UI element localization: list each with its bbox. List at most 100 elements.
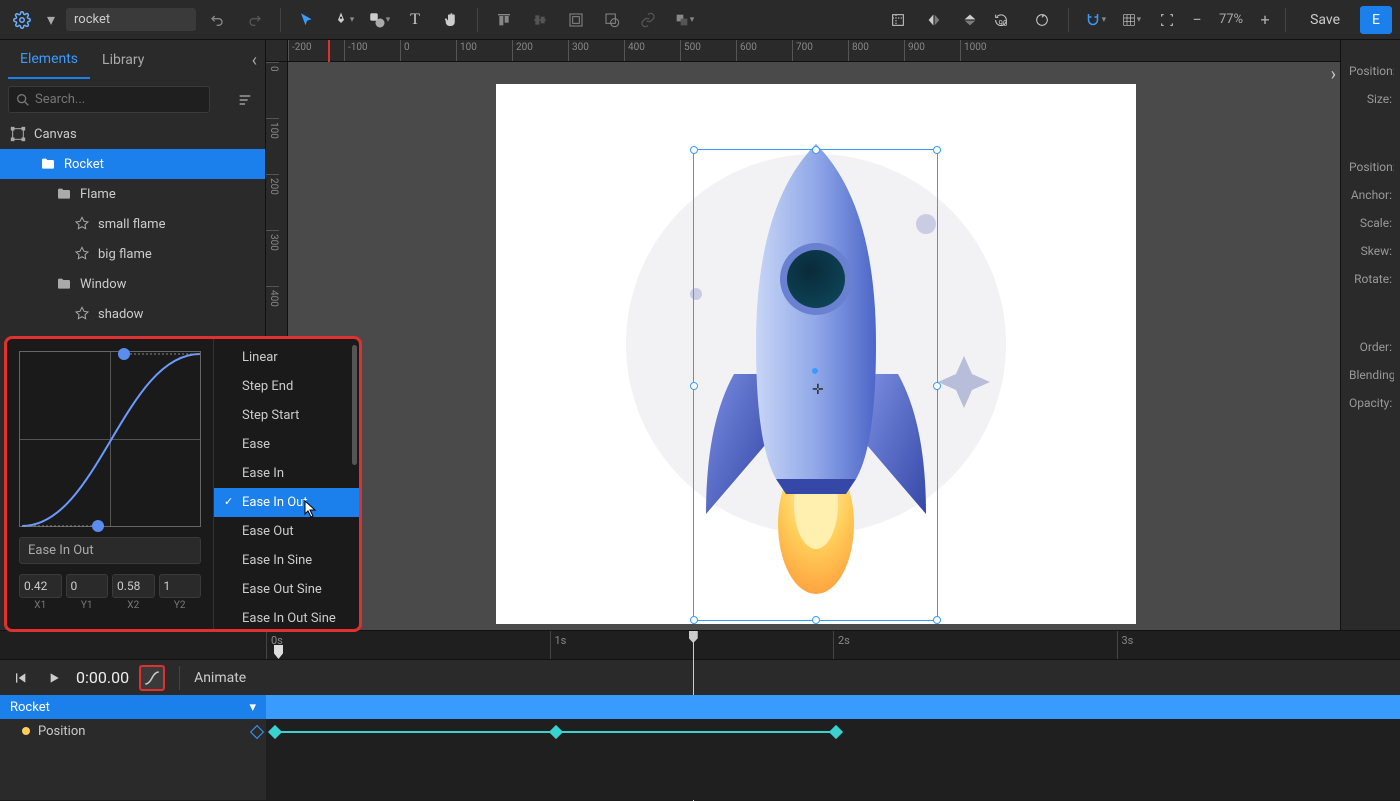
search-icon (15, 92, 31, 112)
list-options-icon[interactable] (233, 88, 257, 112)
easing-option[interactable]: Ease In (214, 459, 359, 488)
align-top-icon[interactable] (490, 6, 518, 34)
prop-opacity: Opacity: (1347, 390, 1394, 418)
easing-option[interactable]: Ease In Out (214, 488, 359, 517)
tree-label: Window (80, 277, 126, 292)
app-menu-gear-icon[interactable] (8, 6, 36, 34)
easing-name-input[interactable] (19, 537, 201, 564)
keyframe[interactable] (549, 725, 563, 739)
track-object-rocket[interactable]: Rocket ▾ (0, 695, 266, 719)
save-button[interactable]: Save (1298, 6, 1352, 34)
keyframe[interactable] (268, 725, 282, 739)
easing-option[interactable]: Ease Out (214, 517, 359, 546)
layer-tree: Canvas Rocket Flame small flame big flam… (0, 119, 265, 329)
rotate-icon[interactable] (1028, 6, 1056, 34)
folder-icon (56, 276, 72, 292)
prop-position2: Position: (1347, 154, 1394, 182)
boolean-icon[interactable]: ▾ (670, 6, 698, 34)
tree-item-big-flame[interactable]: big flame (0, 239, 265, 269)
link-icon[interactable] (634, 6, 662, 34)
keyframe[interactable] (829, 725, 843, 739)
ruler-horizontal: -200-10001002003004005006007008009001000 (288, 40, 1340, 62)
rotate-90-icon[interactable]: 90 (992, 6, 1020, 34)
folder-icon (56, 186, 72, 202)
prop-scale: Scale: (1347, 210, 1394, 238)
easing-x2-input[interactable] (112, 574, 155, 598)
easing-curve-graph[interactable] (19, 351, 201, 527)
easing-handle-p2[interactable] (118, 348, 130, 360)
tree-item-rocket[interactable]: Rocket (0, 149, 265, 179)
play-icon[interactable] (42, 666, 66, 690)
project-name-input[interactable] (66, 8, 196, 31)
tree-label: Canvas (34, 127, 77, 142)
easing-handle-p1[interactable] (92, 520, 104, 532)
hand-tool-icon[interactable] (437, 6, 465, 34)
align-middle-icon[interactable] (526, 6, 554, 34)
easing-option[interactable]: Step Start (214, 401, 359, 430)
easing-option[interactable]: Ease In Sine (214, 546, 359, 575)
animate-button[interactable]: Animate (179, 666, 254, 690)
collapse-panel-icon[interactable]: ‹ (252, 50, 257, 71)
tree-item-flame[interactable]: Flame (0, 179, 265, 209)
path-icon (74, 306, 90, 322)
easing-popup: X1 Y1 X2 Y2 LinearStep EndStep StartEase… (4, 336, 362, 632)
folder-icon (40, 156, 56, 172)
canvas-area[interactable]: -200-10001002003004005006007008009001000… (266, 40, 1340, 630)
snap-magnet-icon[interactable]: ▾ (1081, 6, 1109, 34)
prop-rotate: Rotate: (1347, 266, 1394, 294)
zoom-in-icon[interactable]: + (1257, 6, 1273, 34)
easing-y1-input[interactable] (66, 574, 109, 598)
easing-option[interactable]: Ease (214, 430, 359, 459)
timeline-panel: 0s 1s 2s 3s 0:00.00 Animate Rocket ▾ Pos… (0, 630, 1400, 800)
separator (1068, 8, 1069, 32)
tab-library[interactable]: Library (90, 42, 156, 78)
goto-start-icon[interactable] (8, 666, 32, 690)
canvas-scroll-right-icon[interactable]: › (1331, 64, 1336, 85)
pen-tool-icon[interactable]: ▾ (329, 6, 357, 34)
zoom-level: 77% (1213, 12, 1249, 27)
right-properties-panel: Position: Size: Position: Anchor: Scale:… (1340, 40, 1400, 630)
zoom-out-icon[interactable]: − (1189, 6, 1205, 34)
undo-icon[interactable] (204, 6, 232, 34)
artboard[interactable]: ✛ (496, 84, 1136, 624)
grid-icon[interactable]: ▾ (1117, 6, 1145, 34)
top-toolbar: ▾ ▾ ▾ T ▾ 90 ▾ ▾ − 77% + Save E (0, 0, 1400, 40)
anchor-crosshair-icon: ✛ (812, 382, 824, 398)
separator (477, 8, 478, 32)
mask-icon[interactable] (598, 6, 626, 34)
tree-label: Flame (80, 187, 116, 202)
text-tool-icon[interactable]: T (401, 6, 429, 34)
selection-box[interactable]: ✛ (693, 149, 938, 621)
canvas-icon (10, 126, 26, 142)
group-icon[interactable] (562, 6, 590, 34)
easing-x1-input[interactable] (19, 574, 62, 598)
shape-tool-icon[interactable]: ▾ (365, 6, 393, 34)
current-time: 0:00.00 (76, 668, 129, 687)
ruler-corner (266, 40, 288, 62)
track-property-position[interactable]: Position (0, 719, 266, 743)
separator (280, 8, 281, 32)
redo-icon[interactable] (240, 6, 268, 34)
bounds-icon[interactable] (1153, 6, 1181, 34)
easing-option[interactable]: Ease Out Sine (214, 575, 359, 604)
easing-button[interactable] (139, 665, 165, 691)
easing-option[interactable]: Ease In Out Sine (214, 604, 359, 629)
time-ruler[interactable]: 0s 1s 2s 3s (266, 631, 1400, 659)
export-button[interactable]: E (1360, 6, 1392, 34)
select-tool-icon[interactable] (293, 6, 321, 34)
easing-option[interactable]: Linear (214, 343, 359, 372)
flip-v-icon[interactable] (956, 6, 984, 34)
tree-item-window[interactable]: Window (0, 269, 265, 299)
track-lanes[interactable] (266, 695, 1400, 800)
tree-item-shadow[interactable]: shadow (0, 299, 265, 329)
tree-item-canvas[interactable]: Canvas (0, 119, 265, 149)
fit-screen-icon[interactable] (884, 6, 912, 34)
easing-preset-list: LinearStep EndStep StartEaseEase InEase … (213, 339, 359, 629)
app-menu-chevron-icon[interactable]: ▾ (44, 6, 58, 34)
search-input[interactable] (8, 86, 210, 113)
tab-elements[interactable]: Elements (8, 41, 90, 79)
easing-option[interactable]: Step End (214, 372, 359, 401)
easing-y2-input[interactable] (159, 574, 202, 598)
tree-item-small-flame[interactable]: small flame (0, 209, 265, 239)
flip-h-icon[interactable] (920, 6, 948, 34)
